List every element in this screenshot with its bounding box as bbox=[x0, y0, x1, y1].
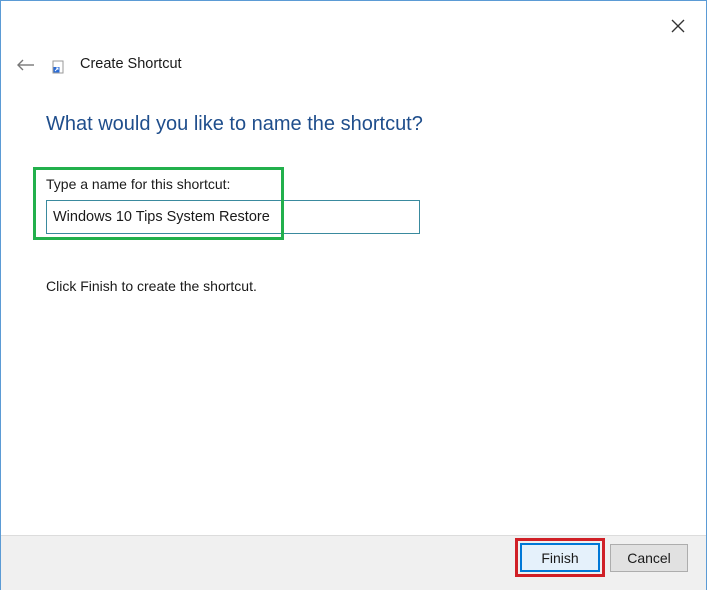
page-heading: What would you like to name the shortcut… bbox=[46, 113, 423, 135]
close-button[interactable] bbox=[661, 11, 695, 41]
shortcut-icon bbox=[52, 60, 64, 74]
annotation-highlight-red bbox=[515, 538, 605, 577]
annotation-highlight-green bbox=[33, 167, 284, 240]
create-shortcut-dialog: Create Shortcut What would you like to n… bbox=[0, 0, 707, 590]
dialog-title: Create Shortcut bbox=[80, 56, 182, 72]
cancel-button[interactable]: Cancel bbox=[610, 544, 688, 572]
instruction-text: Click Finish to create the shortcut. bbox=[46, 278, 257, 294]
back-button[interactable] bbox=[13, 53, 39, 77]
back-arrow-icon bbox=[17, 59, 34, 71]
close-icon bbox=[671, 19, 685, 33]
